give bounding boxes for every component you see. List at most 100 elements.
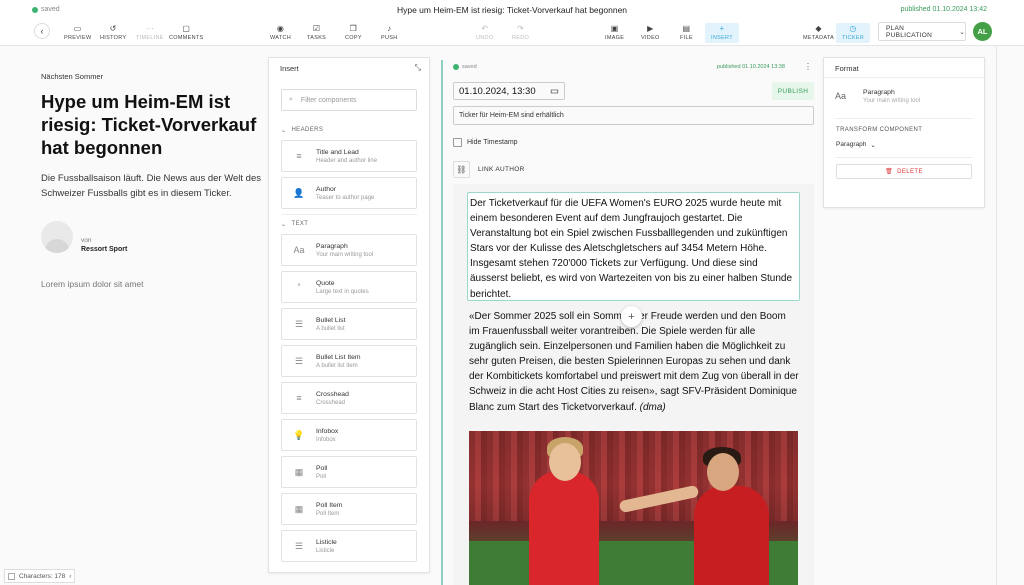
insert-button[interactable]: + INSERT [705,23,739,43]
publish-button[interactable]: PUBLISH [772,82,814,100]
push-label: PUSH [381,35,398,41]
component-desc: A bullet list item [316,362,358,369]
preview-body-text: Lorem ipsum dolor sit amet [41,279,144,289]
plan-publication-dropdown[interactable]: PLAN PUBLICATION ⌄ [878,22,966,41]
preview-button[interactable]: ▭ PREVIEW [64,23,91,43]
comments-button[interactable]: ▢ COMMENTS [169,23,203,43]
collapse-icon[interactable]: ⤡ [415,63,421,73]
component-bullet-list-item[interactable]: ☰ Bullet List Item A bullet list item [281,345,417,377]
insert-panel-header: Insert ⤡ [269,58,429,78]
file-label: FILE [680,35,693,41]
character-count: Characters: 178 ‹ [4,569,76,583]
component-desc: Large text in quotes [316,288,369,295]
push-button[interactable]: ♪ PUSH [381,23,397,43]
redo-label: REDO [512,35,530,41]
format-panel-title: Format [824,58,984,78]
component-poll[interactable]: ▦ Poll Poll [281,456,417,488]
ticker-timeline-line [441,60,443,585]
component-desc: Poll Item [316,510,340,517]
redo-button[interactable]: ↷ REDO [512,23,529,43]
component-desc: Your main writing tool [316,251,374,258]
component-infobox[interactable]: 💡 Infobox Infobox [281,419,417,451]
author-prefix: von [81,237,92,244]
checkbox-box[interactable] [453,138,462,147]
paragraph-editor-selected[interactable]: Der Ticketverkauf für die UEFA Women's E… [467,192,800,301]
entry-save-status: saved [453,64,477,70]
component-listicle[interactable]: ☰ Listicle Listicle [281,530,417,562]
image-button[interactable]: ▣ IMAGE [605,23,624,43]
component-poll-item[interactable]: ▦ Poll Item Poll Item [281,493,417,525]
component-name: Infobox [316,427,339,435]
quote-icon: “ [297,282,301,292]
transform-selected-value: Paragraph [836,141,867,148]
document-title: Hype um Heim-EM ist riesig: Ticket-Vorve… [396,5,628,15]
avatar[interactable]: AL [973,22,992,41]
chevron-down-icon: ⌄ [281,222,287,228]
calendar-icon[interactable]: ▭ [550,86,559,97]
trash-icon: 🗑 [885,169,894,175]
entry-date-input[interactable]: 01.10.2024, 13:30 ▭ [453,82,565,100]
transform-component-label: TRANSFORM COMPONENT [836,127,923,133]
component-author[interactable]: 👤 Author Teaser to author page [281,177,417,209]
preview-lead: Die Fussballsaison läuft. Die News aus d… [41,173,262,199]
format-panel: Format Aa Paragraph Your main writing to… [823,57,985,208]
undo-label: UNDO [476,35,494,41]
component-quote[interactable]: “ Quote Large text in quotes [281,271,417,303]
article-image[interactable] [469,431,798,585]
author-icon: 👤 [293,187,305,198]
more-options-icon[interactable]: ⋮ [804,62,812,71]
delete-button[interactable]: 🗑 DELETE [836,164,972,179]
timeline-button[interactable]: ⋯ TIMELINE [136,23,164,43]
transform-component-select[interactable]: Paragraph ⌄ [824,137,984,153]
link-author-button[interactable]: ⛓ LINK AUTHOR [453,161,525,178]
video-button[interactable]: ▶ VIDEO [641,23,660,43]
metadata-button[interactable]: ◆ METADATA [803,23,834,43]
undo-button[interactable]: ↶ UNDO [476,23,493,43]
format-current-component: Aa Paragraph Your main writing tool [824,78,984,114]
entry-publish-status: published 01.10.2024 13:38 [717,64,785,70]
video-icon: ▶ [647,24,654,33]
ticker-title-input[interactable]: Ticker für Heim-EM sind erhältlich [453,106,814,125]
component-bullet-list[interactable]: ☰ Bullet List A bullet list [281,308,417,340]
search-icon: ⌕ [289,96,293,103]
insert-panel: Insert ⤡ ⌕ Filter components ⌄ HEADERS ≡ … [268,57,430,573]
add-component-button[interactable]: + [621,306,642,327]
status-indicator-icon [8,572,15,580]
bell-icon: ♪ [387,24,392,33]
component-crosshead[interactable]: ≡ Crosshead Crosshead [281,382,417,414]
watch-button[interactable]: ◉ WATCH [270,23,291,43]
headers-section-toggle[interactable]: ⌄ HEADERS [269,121,429,140]
image-icon: ▣ [610,24,619,33]
video-label: VIDEO [641,35,660,41]
tasks-button[interactable]: ☑ TASKS [307,23,326,43]
filter-placeholder: Filter components [300,96,357,104]
timeline-label: TIMELINE [136,35,164,41]
component-name: Crosshead [316,390,349,398]
player-left [529,471,599,585]
listicle-icon: ☰ [294,540,304,551]
comments-label: COMMENTS [169,35,204,41]
title-lead-icon: ≡ [296,151,302,161]
text-section-label: TEXT [291,221,309,227]
back-button[interactable]: ‹ [34,23,50,39]
component-desc: Teaser to author page [316,194,375,201]
paragraph-icon: Aa [835,91,847,101]
copy-button[interactable]: ❐ COPY [345,23,362,43]
chevron-left-icon[interactable]: ‹ [69,573,71,580]
hide-timestamp-checkbox[interactable]: Hide Timestamp [453,138,518,147]
component-paragraph[interactable]: Aa Paragraph Your main writing tool [281,234,417,266]
chevron-down-icon: ⌄ [281,128,287,134]
component-desc: Crosshead [316,399,346,406]
history-icon: ↺ [109,24,117,33]
component-title-and-lead[interactable]: ≡ Title and Lead Header and author line [281,140,417,172]
poll-item-icon: ▦ [294,503,304,514]
history-button[interactable]: ↺ HISTORY [100,23,126,43]
ticker-button[interactable]: ◷ TICKER [836,23,870,43]
preview-label: PREVIEW [64,35,92,41]
delete-label: DELETE [897,168,923,175]
author-name: Ressort Sport [81,246,128,253]
crosshead-icon: ≡ [296,393,302,403]
text-section-toggle[interactable]: ⌄ TEXT [269,215,429,234]
file-button[interactable]: ▤ FILE [680,23,693,43]
filter-components-input[interactable]: ⌕ Filter components [281,89,417,111]
